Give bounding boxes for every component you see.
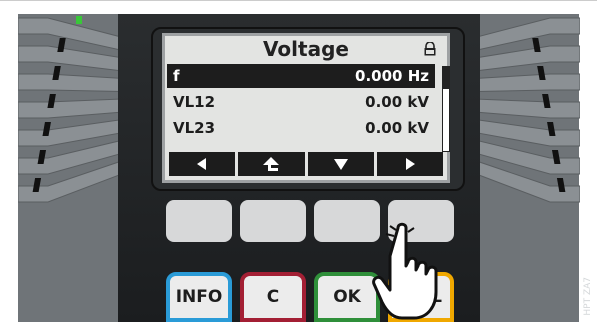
softkey-right[interactable] — [376, 152, 443, 176]
row-label: f — [173, 67, 180, 85]
device-front: Voltage f 0.000 Hz VL12 0.00 kV VL23 0.0… — [0, 0, 597, 322]
row-vl23[interactable]: VL23 0.00 kV — [167, 116, 435, 140]
lcd-display: Voltage f 0.000 Hz VL12 0.00 kV VL23 0.0… — [162, 33, 450, 183]
row-frequency[interactable]: f 0.000 Hz — [167, 64, 435, 88]
up-home-icon — [263, 157, 280, 171]
softkey-up[interactable] — [238, 152, 305, 176]
row-label: VL23 — [173, 119, 216, 137]
softkey-down[interactable] — [307, 152, 374, 176]
right-arrow-icon — [405, 158, 415, 170]
info-button[interactable]: INFO — [166, 272, 232, 322]
scrollbar-thumb[interactable] — [443, 67, 449, 89]
top-border — [0, 0, 597, 1]
ok-button[interactable]: OK — [314, 272, 380, 322]
row-label: VL12 — [173, 93, 216, 111]
left-arrow-icon — [197, 158, 207, 170]
status-led — [76, 16, 82, 24]
screen-title: Voltage — [263, 37, 349, 61]
down-arrow-icon — [333, 159, 348, 170]
row-value: 0.000 Hz — [355, 67, 429, 85]
hand-pointer-icon — [372, 222, 438, 320]
row-value: 0.00 kV — [365, 93, 429, 111]
function-key-1[interactable] — [166, 200, 232, 242]
lock-icon — [424, 42, 436, 56]
softkey-left[interactable] — [169, 152, 236, 176]
row-value: 0.00 kV — [365, 119, 429, 137]
softkey-bar — [169, 152, 443, 176]
c-button[interactable]: C — [240, 272, 306, 322]
row-vl12[interactable]: VL12 0.00 kV — [167, 90, 435, 114]
watermark: HPT ZA7 — [583, 277, 593, 316]
function-key-3[interactable] — [314, 200, 380, 242]
function-key-2[interactable] — [240, 200, 306, 242]
scrollbar[interactable] — [442, 66, 450, 152]
